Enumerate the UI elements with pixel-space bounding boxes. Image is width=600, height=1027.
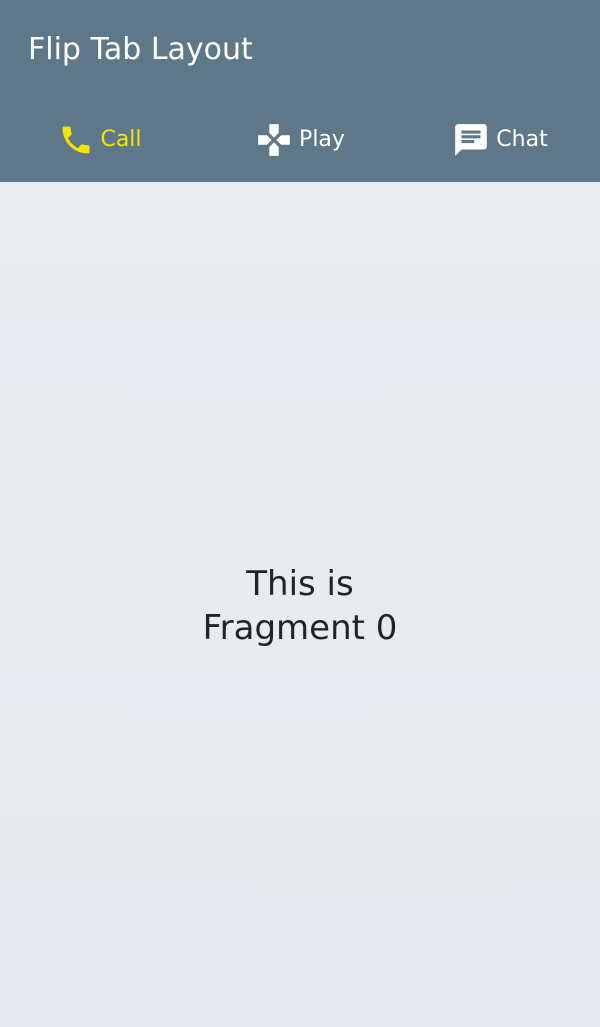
chat-icon: [452, 121, 490, 159]
fragment-text: This is Fragment 0: [202, 563, 398, 648]
tab-bar: Call Play Chat: [0, 98, 600, 182]
app-bar: Flip Tab Layout Call Play Chat: [0, 0, 600, 182]
fragment-content: This is Fragment 0: [0, 182, 600, 1027]
gamepad-icon: [255, 121, 293, 159]
phone-icon: [58, 122, 94, 158]
tab-chat[interactable]: Chat: [400, 98, 600, 182]
app-title: Flip Tab Layout: [28, 32, 253, 67]
tab-play-label: Play: [299, 127, 345, 152]
app-window: Flip Tab Layout Call Play Chat This is F…: [0, 0, 600, 1027]
tab-call[interactable]: Call: [0, 98, 200, 182]
tab-call-label: Call: [100, 127, 142, 152]
tab-chat-label: Chat: [496, 127, 548, 152]
tab-play[interactable]: Play: [200, 98, 400, 182]
